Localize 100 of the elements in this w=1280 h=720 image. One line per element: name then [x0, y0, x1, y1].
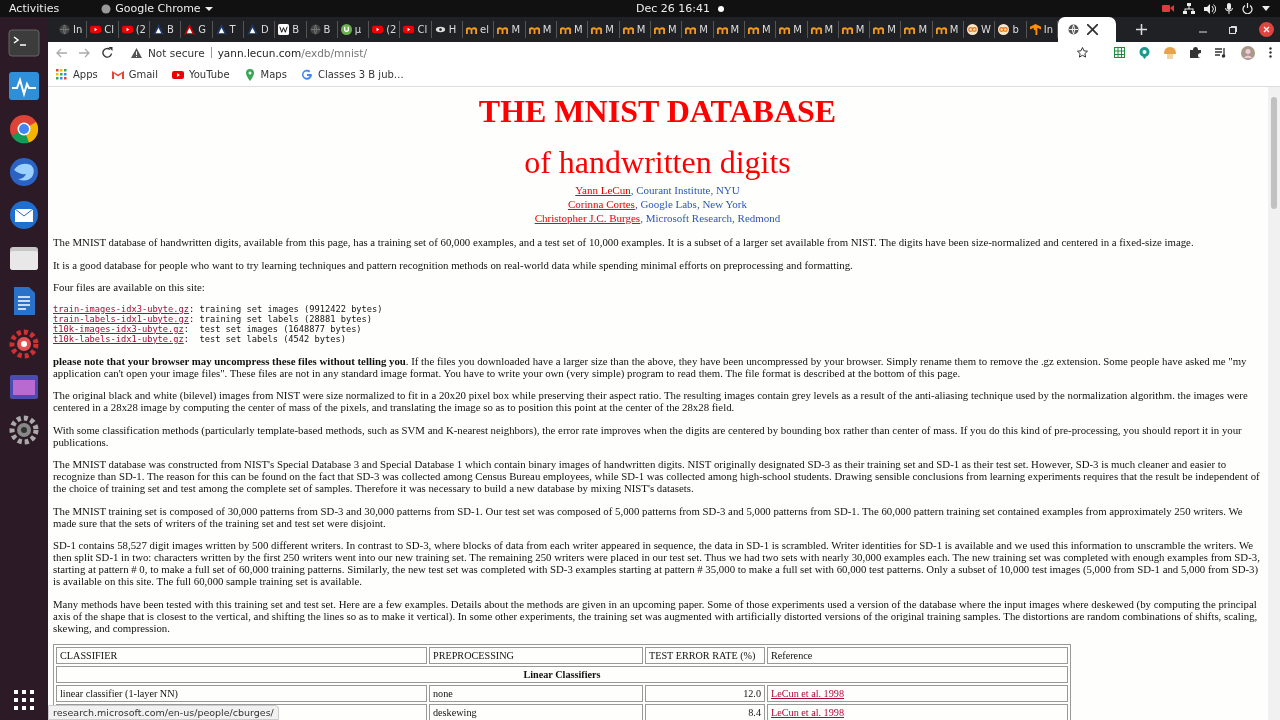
browser-tab[interactable]: G — [181, 21, 213, 38]
browser-tab[interactable]: B — [306, 21, 338, 38]
author-link[interactable]: Yann LeCun — [575, 184, 631, 196]
browser-tab[interactable]: M — [494, 21, 526, 38]
browser-tab[interactable]: (2 — [369, 21, 401, 38]
browser-tab[interactable]: M — [901, 21, 933, 38]
microphone-icon[interactable] — [1225, 3, 1233, 14]
browser-tab[interactable]: M — [557, 21, 589, 38]
browser-tab[interactable]: M — [588, 21, 620, 38]
play-icon — [171, 68, 184, 81]
triangle-icon — [246, 24, 258, 35]
bookmark[interactable]: Gmail — [111, 68, 158, 81]
gear-icon[interactable] — [8, 328, 40, 360]
url-text[interactable]: yann.lecun.com/exdb/mnist/ — [217, 46, 367, 59]
bookmark[interactable]: Apps — [56, 68, 98, 81]
activities-button[interactable]: Activities — [0, 2, 60, 15]
file-link[interactable]: t10k-labels-idx1-ubyte.gz — [53, 333, 184, 344]
column-header: Reference — [767, 647, 1068, 664]
browser-tab[interactable]: M — [776, 21, 808, 38]
power-icon[interactable] — [1242, 3, 1253, 14]
browser-tab[interactable]: el — [463, 21, 495, 38]
browser-tab[interactable]: D — [243, 21, 276, 38]
camera-icon[interactable] — [1162, 4, 1174, 13]
maximize-icon[interactable] — [1229, 25, 1237, 34]
browser-tab[interactable]: M — [682, 21, 714, 38]
bookmark[interactable]: YouTube — [171, 68, 230, 81]
column-header: CLASSIFIER — [56, 647, 427, 664]
browser-tab[interactable]: M — [870, 21, 902, 38]
paragraph: With some classification methods (particularly template-based methods, such as SVM and K-nearest neighbors), the error rate improves when the digits are centered by bounding box rather than center of mass. If you do this kind of pre-processing, you should report it in your publications. — [53, 423, 1243, 448]
browser-tab[interactable]: M — [807, 21, 839, 38]
status-bubble: research.microsoft.com/en-us/people/cburges/ — [48, 705, 279, 720]
app-menu[interactable]: Google Chrome — [101, 2, 213, 15]
file-link[interactable]: t10k-images-idx3-ubyte.gz — [53, 323, 184, 334]
settings-icon[interactable] — [8, 414, 40, 446]
globe-icon — [1068, 24, 1079, 35]
reference-link[interactable]: LeCun et al. 1998 — [771, 706, 844, 718]
browser-tab[interactable]: M — [932, 21, 965, 38]
bookmark[interactable]: Classes 3 B jub… — [300, 68, 404, 81]
browser-tab[interactable]: b — [995, 21, 1027, 38]
gmail-icon — [111, 68, 124, 81]
grid-icon[interactable] — [1114, 47, 1125, 58]
clock[interactable]: Dec 26 16:41 — [636, 2, 710, 15]
file-link[interactable]: train-images-idx3-ubyte.gz — [53, 303, 189, 314]
scrollbar-thumb[interactable] — [1271, 97, 1277, 209]
browser-tab[interactable]: (2 — [118, 21, 150, 38]
reload-icon[interactable] — [102, 47, 113, 58]
triangle-icon — [215, 24, 227, 35]
pin-icon[interactable] — [1139, 46, 1150, 59]
browser-tab[interactable] — [1058, 17, 1116, 42]
scrollbar[interactable] — [1268, 87, 1280, 720]
table-cell: linear classifier (1-layer NN) — [56, 685, 427, 702]
play-icon — [121, 24, 133, 35]
browser-tab[interactable]: M — [650, 21, 683, 38]
reference-link[interactable]: LeCun et al. 1998 — [771, 687, 844, 699]
bookmark[interactable]: Maps — [243, 68, 287, 81]
warning-icon — [131, 47, 142, 58]
menu-icon[interactable] — [1269, 47, 1272, 58]
page-subtitle: of handwritten digits — [523, 145, 792, 179]
browser-tab[interactable]: In — [56, 21, 88, 38]
security-label[interactable]: Not secure — [148, 46, 205, 59]
puzzle-icon[interactable] — [1190, 47, 1201, 58]
terminal-icon[interactable] — [8, 27, 40, 59]
browser-tab[interactable]: T — [212, 21, 244, 38]
browser-tab[interactable]: B — [275, 21, 307, 38]
browser-tab[interactable]: W — [964, 21, 996, 38]
system-monitor-icon[interactable] — [8, 70, 40, 102]
m-logo-icon — [622, 24, 634, 35]
mail-icon[interactable] — [8, 199, 40, 231]
browser-tab[interactable]: M — [525, 21, 557, 38]
paragraph: please note that your browser may uncompress these files without telling you. If the files you downloaded have a larger size than the above, they have been uncompressed by your browser. Simply rename them to remove the .gz extension. Some people have asked me "my application can't open your image files". These files are not in any standard image format. You have to write your own (very simple) program to read them. The file format is described at the bottom of this page. — [53, 354, 1248, 379]
avatar-icon[interactable] — [1241, 45, 1255, 60]
close-icon[interactable] — [1259, 22, 1274, 37]
browser-tab[interactable]: H — [431, 21, 464, 38]
close-icon[interactable] — [1087, 24, 1098, 35]
browser-tab[interactable]: Cl — [400, 21, 432, 38]
m-logo-icon — [466, 24, 478, 35]
browser-tab[interactable]: Cl — [87, 21, 119, 38]
browser-tab[interactable]: M — [619, 21, 651, 38]
m-logo-icon — [747, 24, 759, 35]
globe-icon — [59, 24, 70, 35]
column-header: PREPROCESSING — [429, 647, 643, 664]
volume-icon[interactable] — [1204, 3, 1216, 14]
bird-icon[interactable] — [8, 156, 40, 188]
browser-tab[interactable]: µ — [337, 21, 370, 38]
m-logo-icon — [591, 24, 603, 35]
caret-icon[interactable] — [1262, 6, 1270, 11]
network-icon[interactable] — [1183, 3, 1195, 14]
browser-tab[interactable]: M — [713, 21, 745, 38]
star-icon[interactable] — [1077, 47, 1088, 58]
browser-tab[interactable]: M — [838, 21, 871, 38]
playlist-icon[interactable] — [1215, 47, 1227, 58]
new-tab-icon[interactable] — [1136, 24, 1147, 35]
author-link[interactable]: Corinna Cortes — [567, 198, 635, 210]
caret-icon[interactable] — [204, 5, 213, 12]
paragraph: Many methods have been tested with this training set and test set. Here are a few examples. Details about the methods are given in an upcoming paper. Some of those experiments used a version of the database where the input images where deskewed (by computing the principal axis of the shape that is closest to the vertical, and shifting the lines so as to make it vertical). In some other experiments, the training set was augmented with artificially distorted versions of the original training samples. The distortions are random combinations of shifts, scaling, skewing, and compression. — [53, 597, 1259, 634]
browser-tab[interactable]: B — [149, 21, 182, 38]
apps-grid-icon[interactable] — [13, 689, 35, 711]
browser-tab[interactable]: M — [744, 21, 777, 38]
file-link[interactable]: train-labels-idx1-ubyte.gz — [53, 313, 189, 324]
w-logo-icon — [278, 24, 290, 35]
